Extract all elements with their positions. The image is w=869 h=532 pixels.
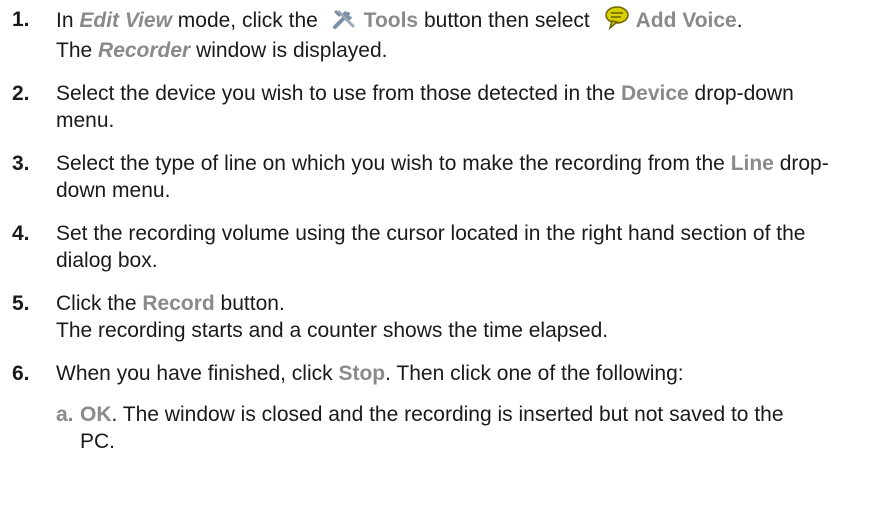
line-label: Line	[730, 152, 774, 175]
step-text: In	[56, 9, 80, 32]
record-button-label: Record	[142, 292, 215, 315]
step-text: Set the recording volume using the curso…	[56, 222, 806, 272]
tools-button-label: Tools	[363, 9, 419, 32]
step-text: .	[736, 9, 743, 32]
step-5: 5. Click the Record button. The recordin…	[0, 290, 856, 344]
step-text: Select the type of line on which you wis…	[56, 152, 731, 175]
step-number: 3.	[12, 152, 30, 175]
step-result: The recording starts and a counter shows…	[56, 319, 609, 342]
step-number: 5.	[12, 292, 30, 315]
substep-a: a. OK. The window is closed and the reco…	[0, 401, 800, 455]
step-text: mode, click the	[171, 9, 324, 32]
step-6: 6. When you have finished, click Stop. T…	[0, 360, 866, 387]
step-text: button then select	[418, 9, 596, 32]
recorder-window-label: Recorder	[98, 39, 191, 62]
instruction-list: 1. In Edit View mode, click the Tools bu…	[0, 0, 869, 532]
step-text: . Then click one of the following:	[385, 362, 684, 385]
voice-bubble-icon	[604, 6, 630, 37]
step-text: button.	[214, 292, 285, 315]
step-text: When you have finished, click	[56, 362, 339, 385]
edit-view-mode-label: Edit View	[79, 9, 172, 32]
step-2: 2. Select the device you wish to use fro…	[0, 80, 846, 134]
step-result: window is displayed.	[190, 39, 388, 62]
substep-letter: a.	[56, 403, 74, 426]
step-4: 4. Set the recording volume using the cu…	[0, 220, 836, 274]
step-text: Click the	[56, 292, 143, 315]
add-voice-menu-label: Add Voice	[635, 9, 737, 32]
substep-text: . The window is closed and the recording…	[80, 403, 784, 453]
tools-icon	[332, 8, 358, 37]
step-3: 3. Select the type of line on which you …	[0, 150, 856, 204]
step-number: 6.	[12, 362, 30, 385]
step-number: 2.	[12, 82, 30, 105]
step-1: 1. In Edit View mode, click the Tools bu…	[0, 6, 856, 64]
step-number: 1.	[12, 8, 30, 31]
step-result: The	[56, 39, 99, 62]
device-label: Device	[621, 82, 689, 105]
step-text: Select the device you wish to use from t…	[56, 82, 621, 105]
step-number: 4.	[12, 222, 30, 245]
stop-button-label: Stop	[338, 362, 386, 385]
ok-button-label: OK	[80, 403, 112, 426]
